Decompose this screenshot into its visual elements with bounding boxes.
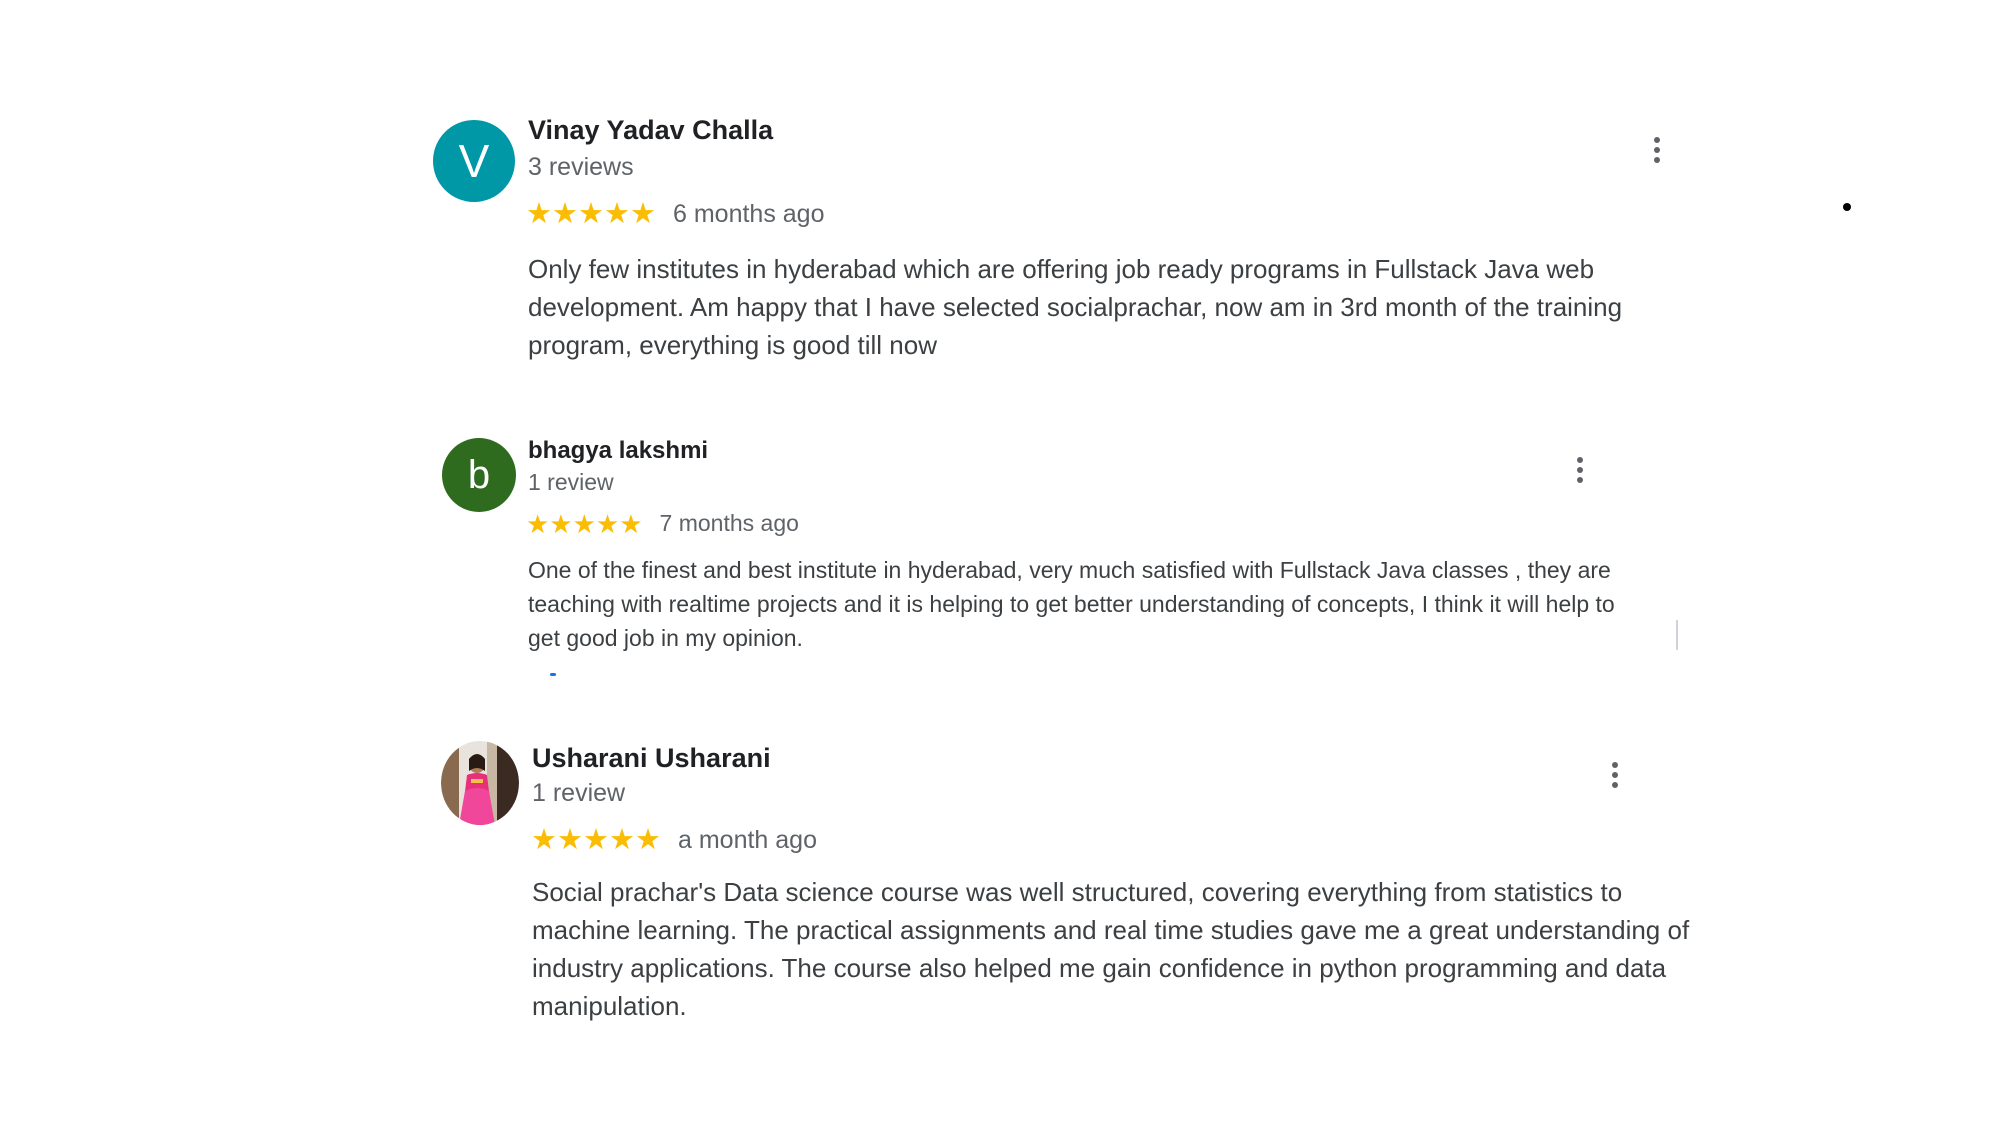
reviewer-name[interactable]: Vinay Yadav Challa: [528, 115, 773, 146]
reviewer-avatar[interactable]: b: [442, 438, 516, 512]
more-vert-icon-dot: [1577, 467, 1583, 473]
star-icon: ★★★★★: [526, 198, 656, 230]
review-count[interactable]: 1 review: [532, 779, 625, 808]
review-text: Only few institutes in hyderabad which a…: [528, 254, 1623, 360]
more-options-button[interactable]: [1603, 760, 1627, 790]
rating-row: ★★★★★ a month ago: [531, 826, 817, 855]
more-vert-icon-dot: [1654, 147, 1660, 153]
review-count[interactable]: 1 review: [528, 469, 614, 496]
review-time: 7 months ago: [659, 510, 799, 536]
more-vert-icon-dot: [1577, 477, 1583, 483]
more-vert-icon-dot: [1612, 772, 1618, 778]
rating-row: ★★★★★ 6 months ago: [526, 200, 825, 229]
scroll-divider: [1676, 620, 1678, 650]
star-rating: ★★★★★: [526, 511, 644, 537]
star-rating: ★★★★★: [526, 200, 657, 229]
star-icon: ★★★★★: [531, 824, 661, 856]
review-text: Social prachar's Data science course was…: [532, 877, 1690, 1021]
avatar-letter: V: [458, 135, 490, 187]
review-time: a month ago: [678, 826, 817, 854]
reviewer-name[interactable]: bhagya lakshmi: [528, 437, 708, 465]
stray-dot: [1843, 203, 1851, 211]
more-vert-icon: [1654, 137, 1660, 143]
star-icon: ★★★★★: [526, 508, 643, 539]
rating-row: ★★★★★ 7 months ago: [526, 510, 799, 537]
star-rating: ★★★★★: [531, 826, 662, 855]
avatar-letter: b: [467, 452, 491, 497]
review-time: 6 months ago: [673, 200, 825, 228]
profile-photo-avatar-icon: [441, 741, 519, 825]
more-vert-icon-dot: [1654, 157, 1660, 163]
more-options-button[interactable]: [1645, 135, 1669, 165]
review-count[interactable]: 3 reviews: [528, 153, 634, 182]
reviewer-avatar[interactable]: V: [433, 120, 515, 202]
more-vert-icon: [1612, 762, 1618, 768]
stray-mark: [550, 673, 556, 676]
more-options-button[interactable]: [1568, 455, 1592, 485]
review-text: One of the finest and best institute in …: [528, 557, 1615, 651]
reviewer-avatar[interactable]: [441, 741, 519, 825]
reviewer-name[interactable]: Usharani Usharani: [532, 743, 771, 774]
more-vert-icon-dot: [1612, 782, 1618, 788]
more-vert-icon: [1577, 457, 1583, 463]
